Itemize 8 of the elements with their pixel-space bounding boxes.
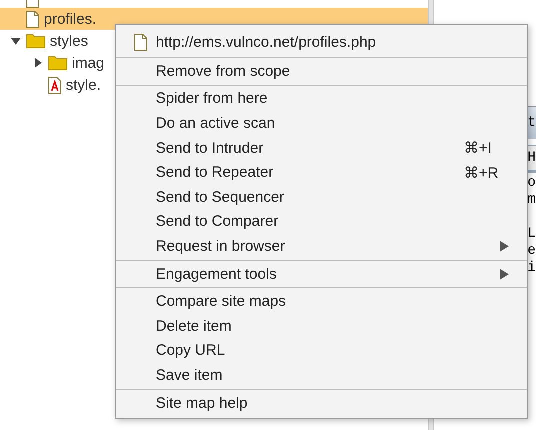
shortcut-label: ⌘+R [464, 164, 500, 182]
header-text: H [528, 150, 536, 166]
text-line: e [528, 243, 536, 259]
text-line: o [528, 175, 536, 191]
text-line: m [528, 192, 536, 208]
shortcut-label: ⌘+I [464, 139, 493, 158]
text-line: i [528, 260, 536, 276]
text-line: L [528, 226, 536, 242]
